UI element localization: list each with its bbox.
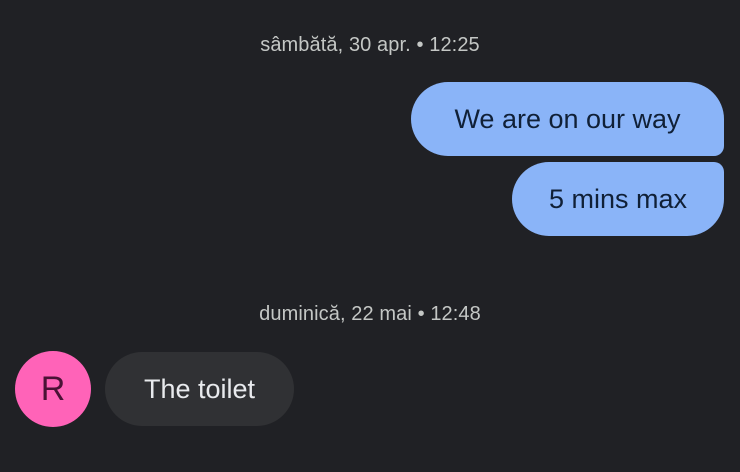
timestamp-header: sâmbătă, 30 apr. • 12:25 [260, 34, 480, 56]
outgoing-message-bubble[interactable]: 5 mins max [512, 162, 724, 236]
timestamp-header: duminică, 22 mai • 12:48 [259, 303, 481, 325]
outgoing-message-bubble[interactable]: We are on our way [411, 82, 724, 156]
avatar[interactable]: R [15, 351, 91, 427]
incoming-message-bubble[interactable]: The toilet [105, 352, 294, 426]
conversation-view: sâmbătă, 30 apr. • 12:25 We are on our w… [0, 0, 740, 472]
